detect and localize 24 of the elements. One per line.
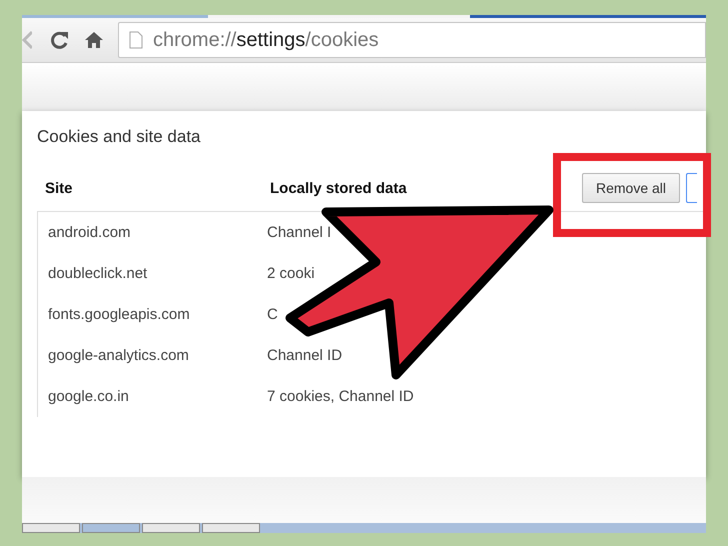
- data-cell: 2 cooki: [267, 265, 315, 282]
- taskbar-button[interactable]: [22, 523, 80, 533]
- dialog-title: Cookies and site data: [37, 126, 202, 148]
- button-edge[interactable]: [686, 173, 698, 203]
- home-icon[interactable]: [84, 30, 104, 50]
- site-cell[interactable]: doubleclick.net: [48, 265, 267, 282]
- taskbar-button[interactable]: [142, 523, 200, 533]
- site-cell[interactable]: google.co.in: [48, 388, 267, 405]
- reload-icon[interactable]: [50, 30, 70, 50]
- data-cell: C: [267, 306, 278, 323]
- page-icon: [129, 31, 143, 49]
- site-cell[interactable]: google-analytics.com: [48, 347, 267, 364]
- address-bar[interactable]: chrome://settings/cookies: [118, 22, 706, 58]
- taskbar-button[interactable]: [202, 523, 260, 533]
- data-cell: Channel ID: [267, 347, 342, 364]
- site-cell[interactable]: fonts.googleapis.com: [48, 306, 267, 323]
- data-cell: Channel I: [267, 224, 332, 241]
- url-text: chrome://settings/cookies: [153, 28, 379, 52]
- data-cell: 7 cookies, Channel ID: [267, 388, 414, 405]
- remove-all-button[interactable]: Remove all: [582, 173, 680, 203]
- column-header: Site: [44, 180, 74, 196]
- site-cell[interactable]: android.com: [48, 224, 267, 241]
- taskbar-button[interactable]: [82, 523, 140, 533]
- column-header: Locally stored data: [270, 180, 408, 196]
